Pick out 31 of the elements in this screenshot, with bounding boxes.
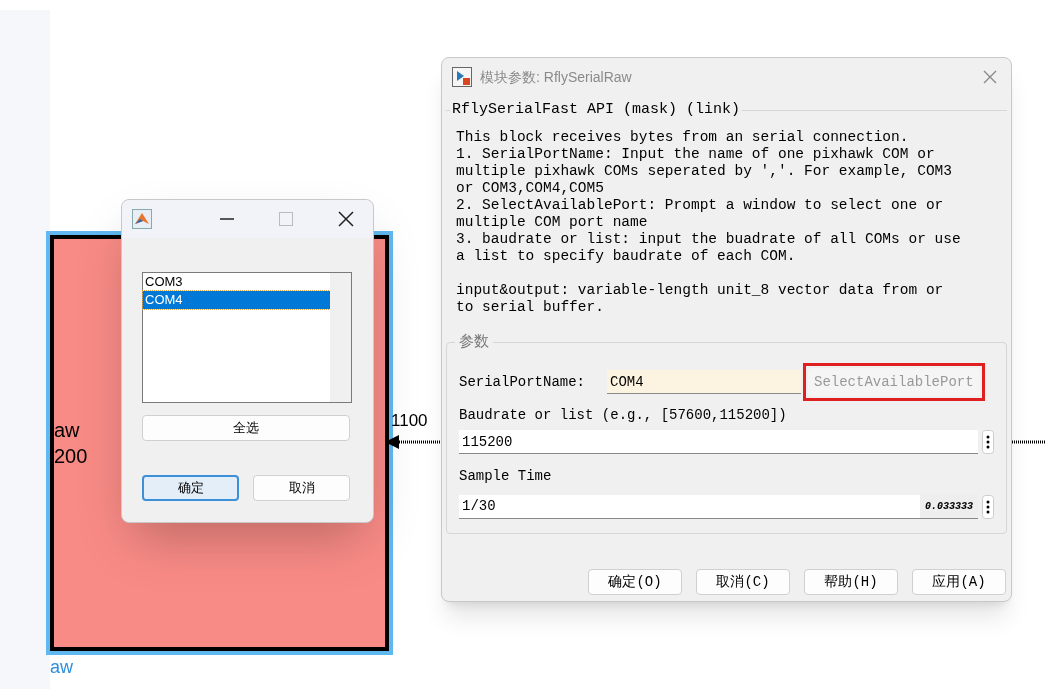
input-field[interactable]: COM4 <box>607 370 801 394</box>
input-field[interactable]: 1/30 0.033333 <box>459 495 978 519</box>
dialog-button[interactable]: 确定 <box>142 475 239 501</box>
more-options-icon[interactable] <box>982 430 994 454</box>
list-item[interactable]: COM3 <box>143 273 330 291</box>
field-label: SerialPortName: <box>459 372 587 392</box>
dialog-button[interactable]: 确定(O) <box>588 569 682 595</box>
select-all-button[interactable]: 全选 <box>142 415 350 441</box>
block-name: aw <box>50 656 73 679</box>
more-options-icon[interactable] <box>982 495 994 519</box>
list-item[interactable]: COM4 <box>143 291 330 309</box>
description-text: This block receives bytes from an serial connection. 1. SerialPortName: Input the name of one pixhawk COM or multiple pixhawk COMs seperated by ','. For example, COM3 or COM3,COM4,COM5 2. SelectAvailablePort: Prompt a window to select one or multiple COM port name 3. baudrate or list: input the buadrate of all COMs or use a list to specify baudrate of each COM. <box>456 129 962 265</box>
group-title: RflySerialFast API (mask) (link) <box>450 101 743 118</box>
window-title: 模块参数: RflySerialRaw <box>480 67 632 87</box>
scrollbar[interactable] <box>330 273 351 402</box>
block-icon <box>452 67 472 87</box>
dialog-button[interactable]: 取消(C) <box>696 569 790 595</box>
signal-line <box>1010 439 1046 445</box>
port-list[interactable]: COM3 COM4 <box>142 272 352 403</box>
close-icon[interactable] <box>338 211 354 227</box>
app-icon <box>132 209 152 229</box>
evaluated-value: 0.033333 <box>920 495 978 518</box>
block-text: 200 <box>54 444 88 469</box>
dialog-button[interactable]: 帮助(H) <box>804 569 898 595</box>
description-text: input&output: variable-length unit_8 vector data from or to serial buffer. <box>456 282 945 316</box>
dialog-button[interactable]: 应用(A) <box>912 569 1006 595</box>
block-text: aw <box>54 418 80 443</box>
dialog-button[interactable]: 取消 <box>253 475 350 501</box>
field-label: Sample Time <box>459 467 553 486</box>
field-label: Baudrate or list (e.g., [57600,115200]) <box>459 406 788 425</box>
input-field[interactable]: 115200 <box>459 430 978 454</box>
